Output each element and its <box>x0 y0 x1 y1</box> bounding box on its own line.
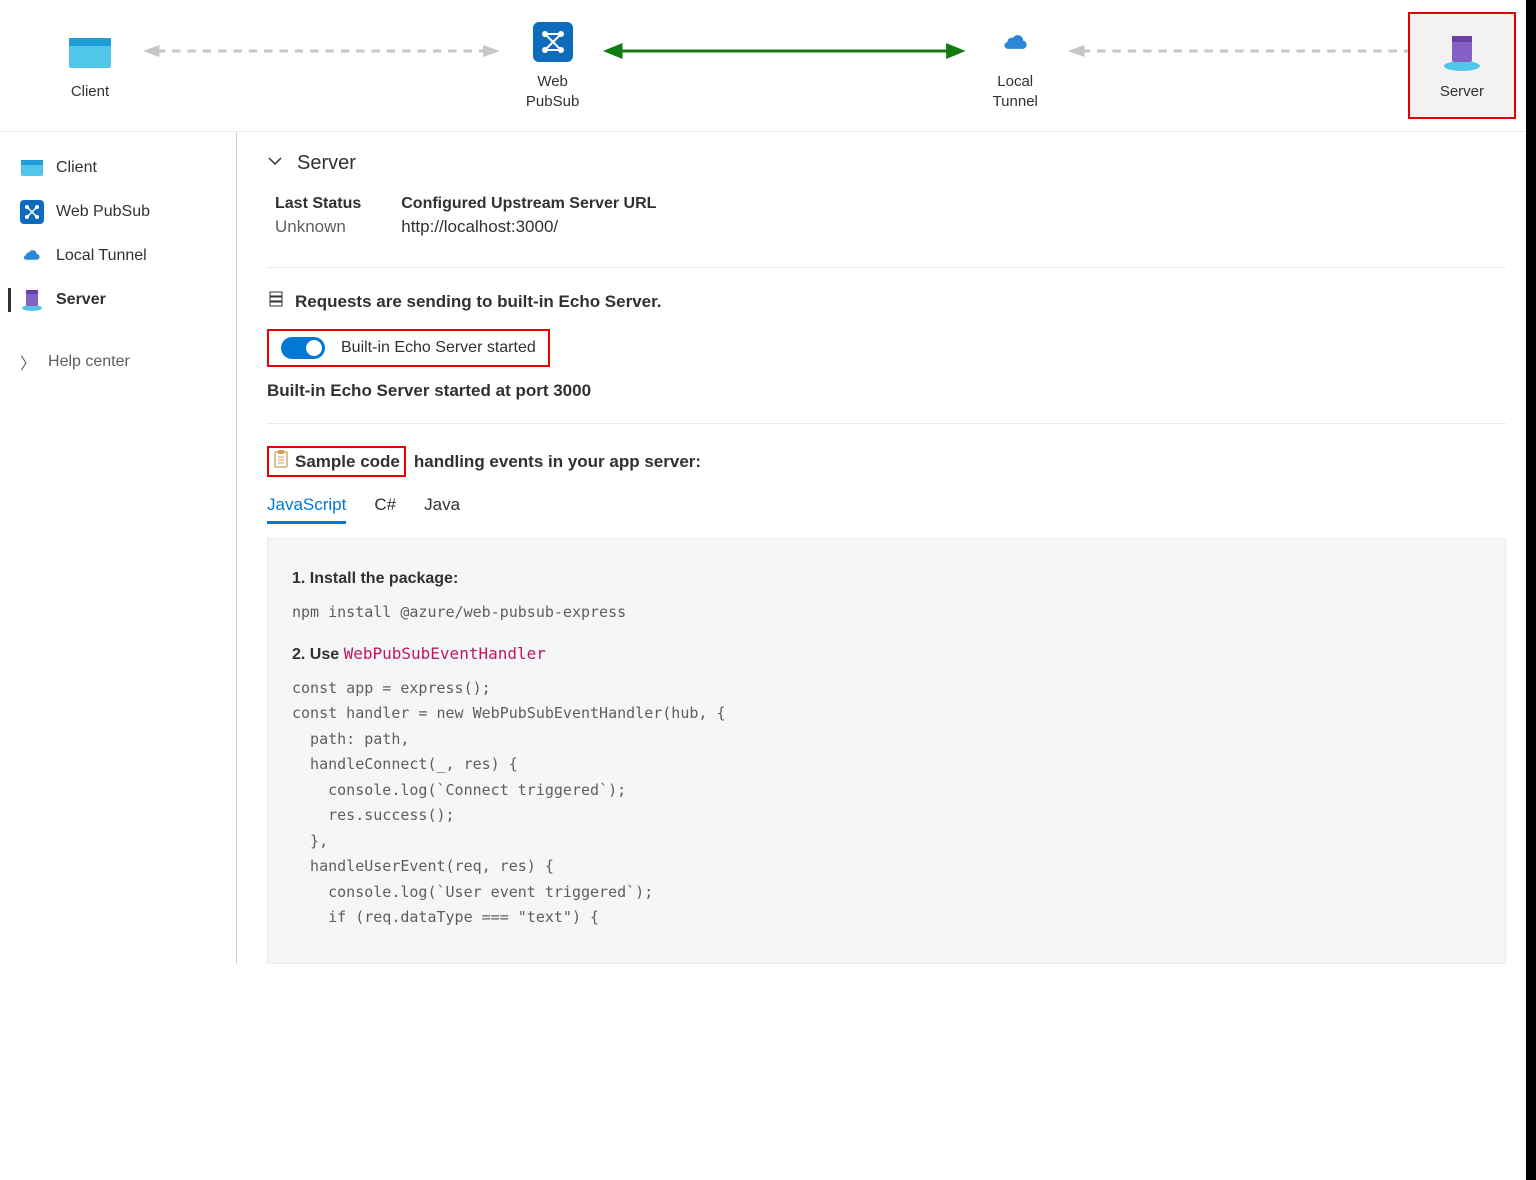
code-panel: 1. Install the package: npm install @azu… <box>267 538 1506 964</box>
sidebar-item-help[interactable]: 〉 Help center <box>0 340 236 384</box>
server-rack-icon <box>267 290 285 313</box>
main-panel: Server Last Status Unknown Configured Up… <box>237 132 1536 964</box>
status-row: Last Status Unknown Configured Upstream … <box>275 195 1506 237</box>
chevron-right-icon: 〉 <box>20 350 36 374</box>
echo-server-toggle[interactable] <box>281 337 325 359</box>
clipboard-icon <box>273 450 289 473</box>
section-header[interactable]: Server <box>267 140 1506 187</box>
arrow-client-pubsub <box>140 41 503 61</box>
install-command: npm install @azure/web-pubsub-express <box>292 600 1481 626</box>
top-node-webpubsub[interactable]: Web PubSub <box>503 20 603 111</box>
server-icon <box>1440 30 1484 74</box>
sidebar-item-webpubsub[interactable]: Web PubSub <box>0 190 236 234</box>
step2-prefix: 2. Use <box>292 646 339 663</box>
status-last-value: Unknown <box>275 217 361 237</box>
arrow-tunnel-server <box>1065 41 1428 61</box>
step2-heading: 2. Use WebPubSubEventHandler <box>292 640 1481 668</box>
code-block: const app = express(); const handler = n… <box>292 676 1481 931</box>
chevron-down-icon <box>267 153 283 174</box>
sidebar-item-label: Web PubSub <box>56 203 150 221</box>
code-tabs: JavaScript C# Java <box>267 489 1506 524</box>
status-upstream: Configured Upstream Server URL http://lo… <box>401 195 656 237</box>
topbar: Client Web PubSub Local T <box>0 0 1536 132</box>
echo-port-line: Built-in Echo Server started at port 300… <box>267 381 1506 401</box>
client-browser-icon <box>68 30 112 74</box>
status-upstream-value: http://localhost:3000/ <box>401 217 656 237</box>
sample-code-rest: handling events in your app server: <box>414 452 701 472</box>
content-wrapper: Client Web PubSub Local Tunnel Server 〉 … <box>0 132 1536 964</box>
web-pubsub-icon <box>20 200 44 224</box>
top-node-server-label: Server <box>1440 82 1484 102</box>
sample-code-heading: Sample code handling events in your app … <box>267 446 1506 477</box>
cloud-icon <box>20 244 44 268</box>
section-title: Server <box>297 152 356 175</box>
sidebar: Client Web PubSub Local Tunnel Server 〉 … <box>0 132 237 964</box>
echo-notice-text: Requests are sending to built-in Echo Se… <box>295 292 662 312</box>
divider <box>267 423 1506 424</box>
top-node-client[interactable]: Client <box>40 30 140 102</box>
top-node-server[interactable]: Server <box>1408 12 1516 120</box>
sidebar-item-localtunnel[interactable]: Local Tunnel <box>0 234 236 278</box>
echo-toggle-label: Built-in Echo Server started <box>341 339 536 357</box>
step2-class: WebPubSubEventHandler <box>344 644 546 663</box>
sidebar-item-client[interactable]: Client <box>0 146 236 190</box>
sidebar-item-label: Client <box>56 159 97 177</box>
sidebar-item-label: Help center <box>48 353 130 371</box>
top-node-webpubsub-label: Web PubSub <box>526 72 579 111</box>
server-icon <box>20 288 44 312</box>
client-browser-icon <box>20 156 44 180</box>
top-node-localtunnel-label: Local Tunnel <box>993 72 1038 111</box>
web-pubsub-icon <box>531 20 575 64</box>
status-last: Last Status Unknown <box>275 195 361 237</box>
sidebar-item-label: Server <box>56 291 106 309</box>
step1-heading: 1. Install the package: <box>292 565 1481 592</box>
status-last-label: Last Status <box>275 195 361 213</box>
top-node-client-label: Client <box>71 82 109 102</box>
tab-javascript[interactable]: JavaScript <box>267 489 346 524</box>
top-node-localtunnel[interactable]: Local Tunnel <box>965 20 1065 111</box>
divider <box>267 267 1506 268</box>
arrow-pubsub-tunnel <box>603 41 966 61</box>
tab-java[interactable]: Java <box>424 489 460 524</box>
tab-csharp[interactable]: C# <box>374 489 396 524</box>
sidebar-item-server[interactable]: Server <box>0 278 236 322</box>
sample-code-boxed-text: Sample code <box>295 452 400 472</box>
echo-notice: Requests are sending to built-in Echo Se… <box>267 290 1506 313</box>
right-black-bar <box>1526 0 1536 1180</box>
echo-toggle-row: Built-in Echo Server started <box>267 329 550 367</box>
cloud-icon <box>993 20 1037 64</box>
sidebar-item-label: Local Tunnel <box>56 247 147 265</box>
status-upstream-label: Configured Upstream Server URL <box>401 195 656 213</box>
